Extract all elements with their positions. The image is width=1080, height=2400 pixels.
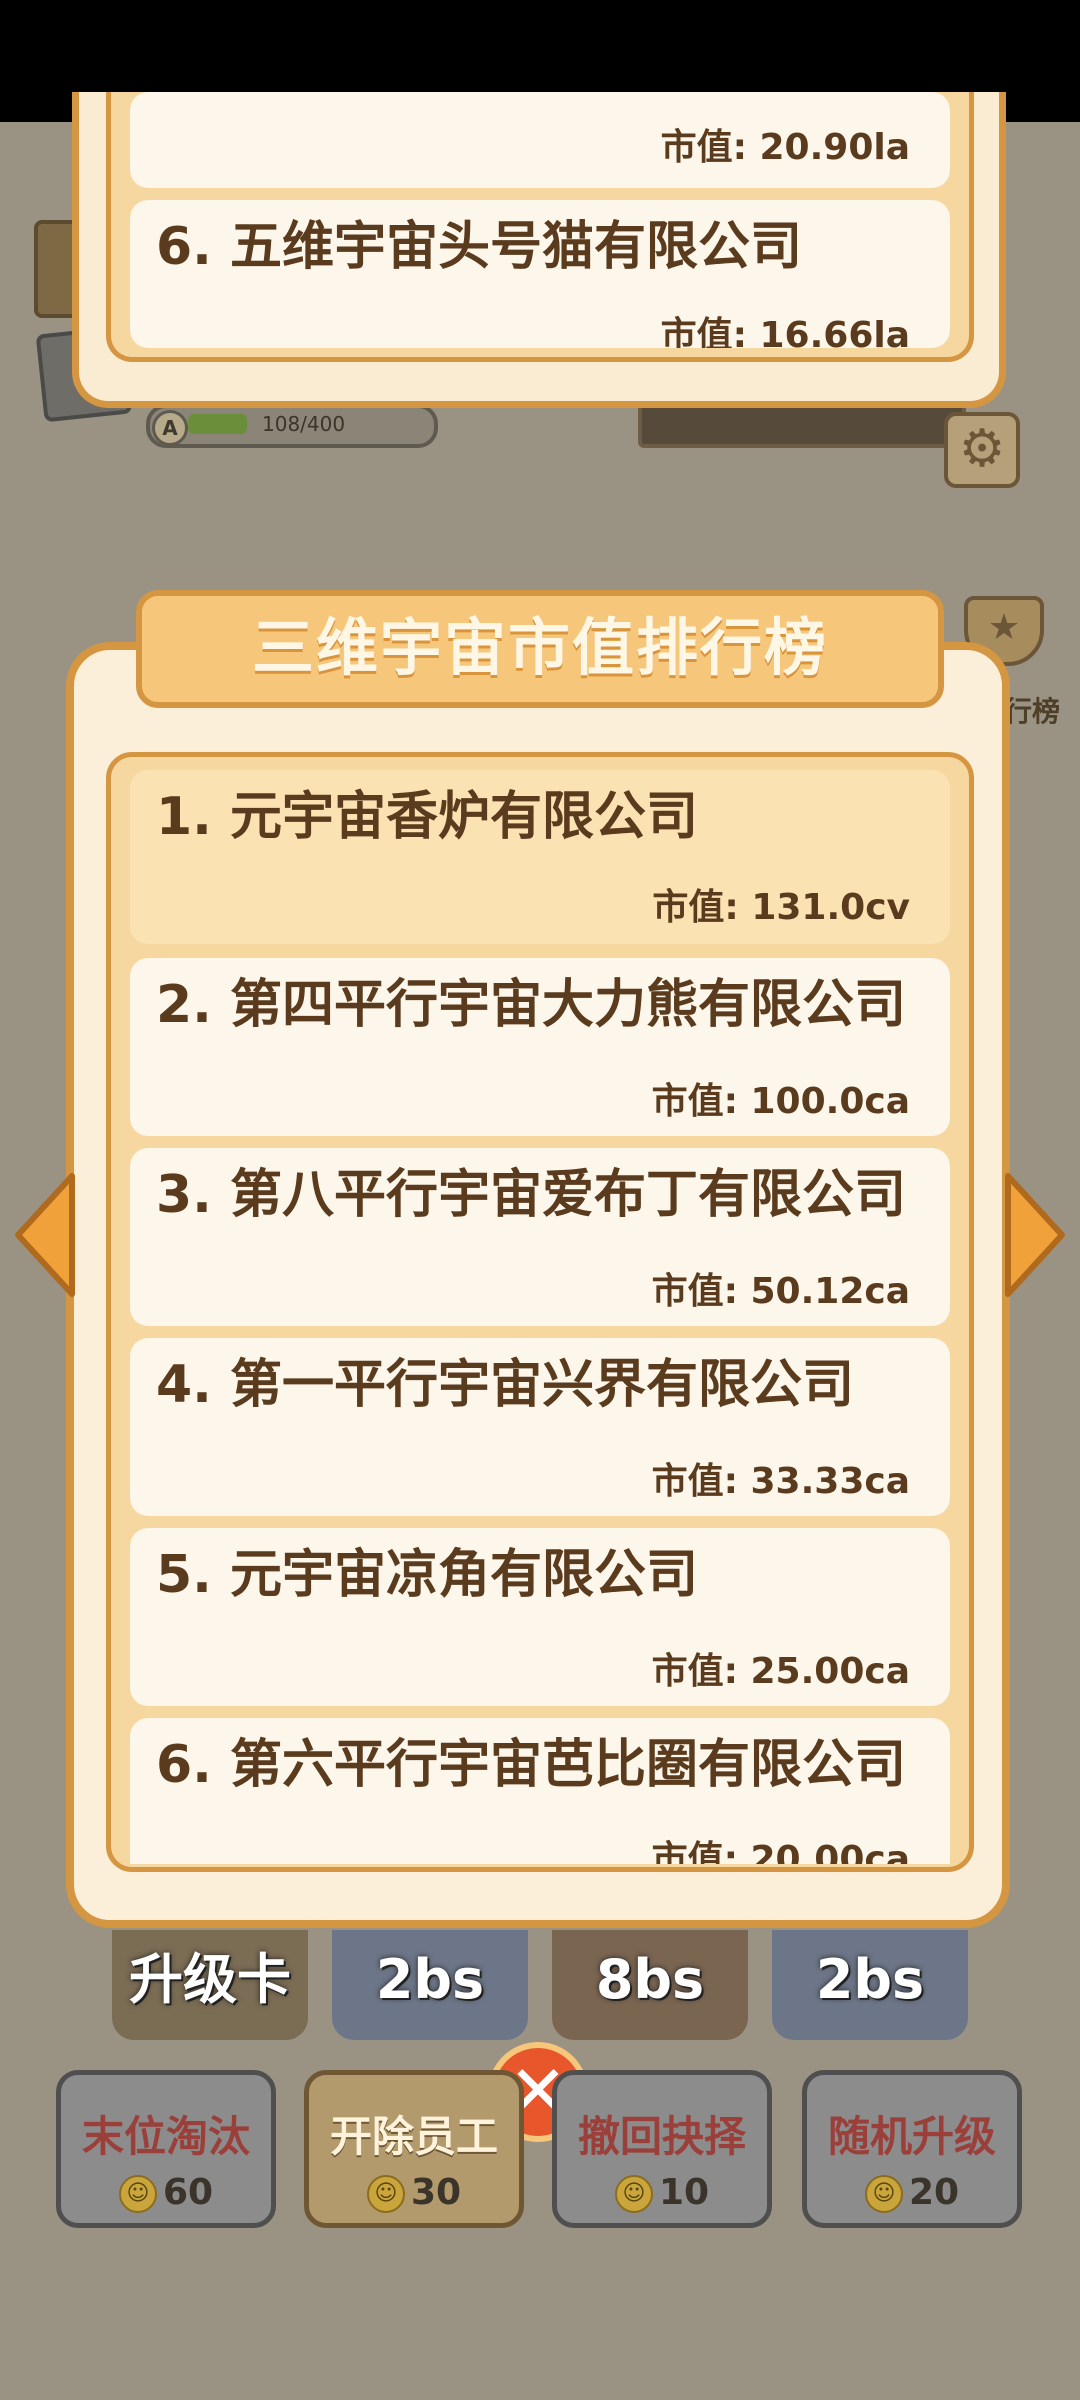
- button-label: 开除员工: [329, 2112, 498, 2161]
- list-item: 1. 元宇宙香炉有限公司 市值: 131.0cv: [130, 770, 950, 944]
- card-label: 8bs: [595, 1948, 705, 2011]
- random-upgrade-button[interactable]: 随机升级 ☺ 20: [802, 2070, 1022, 2228]
- employee-card[interactable]: 2bs: [772, 1930, 968, 2040]
- market-value: 市值: 16.66la: [660, 315, 910, 348]
- market-value: 市值: 20.00ca: [651, 1839, 910, 1864]
- cost-value: 20: [908, 2172, 960, 2213]
- cost-value: 60: [162, 2172, 214, 2213]
- card-label: 2bs: [375, 1948, 485, 2011]
- smile-coin-icon: ☺: [614, 2175, 653, 2213]
- xp-text: 108/400: [262, 412, 346, 436]
- cost-value: 30: [410, 2172, 462, 2213]
- cost-value: 10: [658, 2172, 710, 2213]
- button-label: 随机升级: [827, 2112, 996, 2161]
- upgrade-card[interactable]: 升级卡: [112, 1930, 308, 2040]
- market-value: 市值: 25.00ca: [651, 1651, 910, 1692]
- list-item: 4. 第一平行宇宙兴界有限公司 市值: 33.33ca: [130, 1338, 950, 1516]
- smile-coin-icon: ☺: [366, 2175, 405, 2213]
- modal-title: 三维宇宙市值排行榜: [136, 590, 944, 708]
- next-page-arrow[interactable]: [1000, 1170, 1070, 1300]
- xp-bar-fill: [188, 414, 247, 434]
- button-label: 撤回抉择: [577, 2112, 746, 2161]
- market-value: 市值: 50.12ca: [651, 1271, 910, 1312]
- list-item: 市值: 20.90la: [130, 92, 950, 188]
- market-value: 市值: 100.0ca: [651, 1081, 910, 1122]
- market-value: 市值: 33.33ca: [651, 1461, 910, 1502]
- list-item: 2. 第四平行宇宙大力熊有限公司 市值: 100.0ca: [130, 958, 950, 1136]
- employee-card[interactable]: 8bs: [552, 1930, 748, 2040]
- list-item: 6. 第六平行宇宙芭比圈有限公司 市值: 20.00ca: [130, 1718, 950, 1864]
- list-item: 5. 元宇宙凉角有限公司 市值: 25.00ca: [130, 1528, 950, 1706]
- list-item: 6. 五维宇宙头号猫有限公司 市值: 16.66la: [130, 200, 950, 348]
- leaderboard-label: 行榜: [1004, 695, 1061, 728]
- company-name: 3. 第八平行宇宙爱布丁有限公司: [156, 1165, 907, 1225]
- fire-employee-button[interactable]: 开除员工 ☺ 30: [304, 2070, 524, 2228]
- company-name: 2. 第四平行宇宙大力熊有限公司: [156, 975, 907, 1035]
- market-value: 市值: 20.90la: [660, 127, 910, 168]
- company-name: 1. 元宇宙香炉有限公司: [156, 787, 699, 847]
- list-item: 3. 第八平行宇宙爱布丁有限公司 市值: 50.12ca: [130, 1148, 950, 1326]
- smile-coin-icon: ☺: [118, 2175, 157, 2213]
- company-name: 4. 第一平行宇宙兴界有限公司: [156, 1355, 855, 1415]
- card-label: 2bs: [815, 1948, 925, 2011]
- gear-icon[interactable]: ⚙: [944, 412, 1020, 488]
- xp-bar: A 108/400: [146, 404, 438, 448]
- prev-page-arrow[interactable]: [10, 1170, 80, 1300]
- company-name: 6. 第六平行宇宙芭比圈有限公司: [156, 1735, 907, 1795]
- undo-choice-button[interactable]: 撤回抉择 ☺ 10: [552, 2070, 772, 2228]
- employee-card[interactable]: 2bs: [332, 1930, 528, 2040]
- level-badge: A: [152, 410, 188, 446]
- company-name: 5. 元宇宙凉角有限公司: [156, 1545, 699, 1605]
- button-label: 末位淘汰: [81, 2112, 250, 2161]
- company-name: 6. 五维宇宙头号猫有限公司: [156, 217, 803, 277]
- card-label: 升级卡: [129, 1948, 291, 2011]
- smile-coin-icon: ☺: [864, 2175, 903, 2213]
- market-value: 市值: 131.0cv: [652, 887, 910, 928]
- eliminate-last-button[interactable]: 末位淘汰 ☺ 60: [56, 2070, 276, 2228]
